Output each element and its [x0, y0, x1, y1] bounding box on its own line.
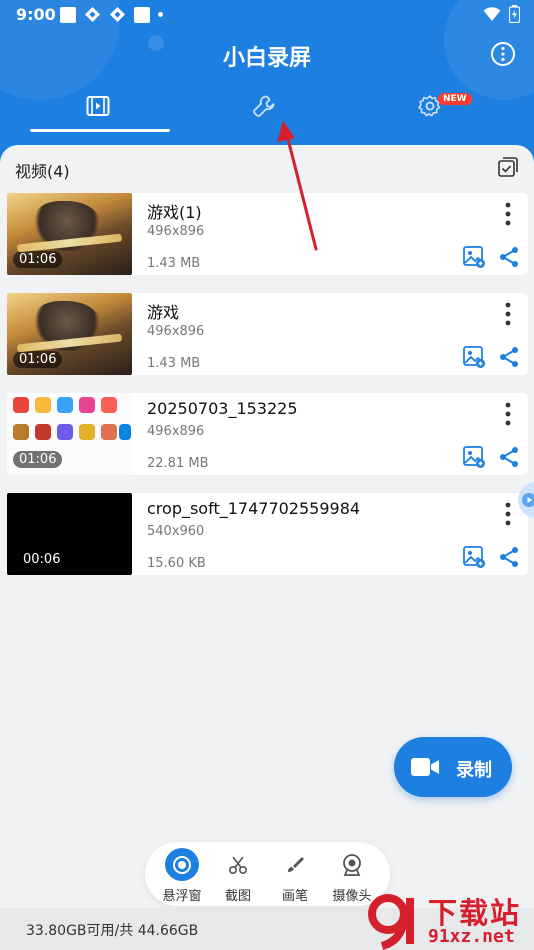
app-icon: [13, 397, 29, 413]
tool-label: 截图: [224, 889, 251, 904]
video-item[interactable]: 01:06 20250703_153225 496x896 22.81 MB: [7, 393, 528, 475]
item-more-icon[interactable]: [499, 301, 517, 327]
video-name: crop_soft_1747702559984: [147, 499, 361, 518]
video-size: 22.81 MB: [147, 456, 209, 471]
video-camera-icon: [411, 758, 439, 776]
new-badge: NEW: [438, 93, 472, 105]
play-icon: [522, 493, 534, 507]
app-title: 小白录屏: [222, 46, 311, 71]
app-icon: [57, 424, 73, 440]
video-size: 1.43 MB: [147, 356, 201, 371]
app-icon: [57, 397, 73, 413]
video-thumbnail[interactable]: 00:06: [7, 493, 132, 575]
video-resolution: 540x960: [147, 524, 205, 539]
app-icon: [35, 424, 51, 440]
video-name: 游戏(1): [147, 203, 202, 222]
watermark-domain: 91xz.net: [428, 926, 515, 947]
video-item[interactable]: 00:06 crop_soft_1747702559984 540x960 15…: [7, 493, 528, 575]
more-options-icon[interactable]: [489, 40, 517, 68]
status-time: 9:00: [16, 5, 56, 24]
battery-icon: [509, 5, 520, 23]
notification-icon: [85, 7, 100, 22]
record-button[interactable]: 录制: [394, 737, 512, 797]
tool-brush[interactable]: 画笔: [267, 848, 323, 904]
wrench-icon: [253, 95, 275, 117]
notification-icon: [110, 7, 125, 22]
app-icon: [119, 424, 131, 440]
system-icons: [483, 5, 520, 23]
app-icon: [35, 397, 51, 413]
tool-label: 画笔: [281, 889, 308, 904]
video-name: 20250703_153225: [147, 399, 298, 418]
video-duration: 01:06: [13, 451, 63, 468]
item-more-icon[interactable]: [499, 501, 517, 527]
notification-icon: [60, 6, 76, 23]
share-icon[interactable]: [497, 245, 521, 269]
app-icon: [79, 397, 95, 413]
video-item[interactable]: 01:06 游戏 496x896 1.43 MB: [7, 293, 528, 375]
app-icon: [79, 424, 95, 440]
video-item[interactable]: 01:06 游戏(1) 496x896 1.43 MB: [7, 193, 528, 275]
tool-screenshot[interactable]: 截图: [210, 848, 266, 904]
app-icon: [13, 424, 29, 440]
site-watermark: 下载站 91xz.net: [366, 890, 534, 950]
item-more-icon[interactable]: [499, 401, 517, 427]
notification-icons: [60, 6, 163, 23]
share-icon[interactable]: [497, 345, 521, 369]
camera-icon: [335, 848, 369, 881]
item-more-icon[interactable]: [499, 201, 517, 227]
video-thumbnail[interactable]: 01:06: [7, 193, 132, 275]
floating-toolbar: 悬浮窗 截图 画笔 摄像头: [145, 842, 390, 906]
video-resolution: 496x896: [147, 324, 205, 339]
scissors-icon: [221, 848, 255, 881]
section-title: 视频(4): [15, 162, 70, 181]
image-share-icon[interactable]: [462, 445, 486, 469]
notification-icon: [134, 6, 150, 23]
status-bar: 9:00: [0, 0, 534, 30]
video-duration: 00:06: [23, 552, 61, 567]
multi-select-icon[interactable]: [497, 156, 519, 178]
app-header: 9:00 小白录屏 NEW: [0, 0, 534, 165]
video-duration: 01:06: [13, 251, 63, 268]
share-icon[interactable]: [497, 545, 521, 569]
app-icon: [101, 397, 117, 413]
tool-floating-window[interactable]: 悬浮窗: [154, 848, 210, 904]
video-duration: 01:06: [13, 351, 63, 368]
tool-label: 悬浮窗: [162, 889, 202, 904]
tab-tools[interactable]: [244, 90, 284, 122]
video-thumbnail[interactable]: 01:06: [7, 293, 132, 375]
image-share-icon[interactable]: [462, 245, 486, 269]
image-share-icon[interactable]: [462, 345, 486, 369]
video-size: 15.60 KB: [147, 556, 206, 571]
storage-info: 33.80GB可用/共 44.66GB: [26, 923, 199, 939]
video-icon: [86, 96, 110, 116]
video-resolution: 496x896: [147, 424, 205, 439]
watermark-logo-icon: [368, 894, 414, 950]
more-notifications-dot: [158, 12, 163, 17]
video-name: 游戏: [147, 303, 180, 322]
image-share-icon[interactable]: [462, 545, 486, 569]
share-icon[interactable]: [497, 445, 521, 469]
record-label: 录制: [456, 760, 492, 781]
tab-videos[interactable]: [78, 90, 118, 122]
brush-icon: [278, 848, 312, 881]
floating-window-icon: [165, 848, 199, 881]
wifi-icon: [483, 7, 501, 21]
app-icon: [101, 424, 117, 440]
video-resolution: 496x896: [147, 224, 205, 239]
video-size: 1.43 MB: [147, 256, 201, 271]
video-thumbnail[interactable]: 01:06: [7, 393, 132, 475]
active-tab-indicator: [30, 129, 170, 132]
